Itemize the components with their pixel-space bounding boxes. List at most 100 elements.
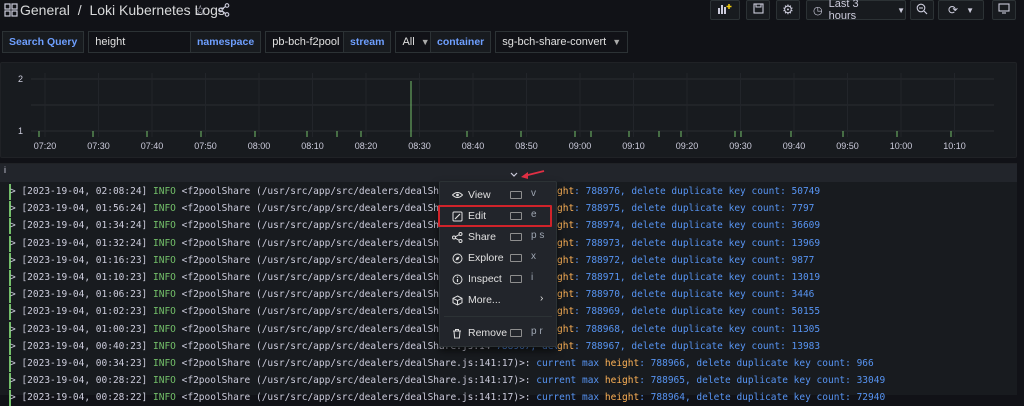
expand-chevron-icon: > bbox=[10, 306, 22, 318]
time-series-panel[interactable]: 2 1 07:20 07:30 07:40 07:50 08:00 08:10 08:20 08:… bbox=[0, 62, 1017, 158]
container-select[interactable]: sg-bch-share-convert ▼ bbox=[495, 31, 629, 53]
x-tick-label: 07:30 bbox=[87, 141, 110, 151]
log-level: INFO bbox=[153, 375, 182, 387]
y-tick-label: 2 bbox=[18, 74, 23, 84]
refresh-button[interactable]: ⟳ ▼ bbox=[938, 0, 984, 20]
log-level: INFO bbox=[153, 186, 182, 197]
save-icon bbox=[752, 3, 764, 17]
info-icon[interactable]: i bbox=[4, 165, 6, 175]
log-text: : 788972, delete duplicate key count: 98… bbox=[574, 254, 815, 266]
log-text: current max bbox=[536, 392, 605, 404]
trash-icon bbox=[450, 328, 464, 339]
log-level: INFO bbox=[153, 254, 182, 266]
log-row[interactable]: > [2023-19-04, 00:28:22] INFO <f2poolSha… bbox=[10, 390, 885, 406]
zoom-out-icon bbox=[916, 3, 928, 18]
breadcrumb-folder[interactable]: General bbox=[20, 2, 70, 18]
log-row-tail: ght: 788974, delete duplicate key count:… bbox=[557, 218, 821, 235]
log-timestamp: [2023-19-04, 00:40:23] bbox=[21, 340, 154, 352]
dashboard-settings-button[interactable]: ⚙ bbox=[776, 0, 800, 20]
menu-item-shortcut: p r bbox=[531, 326, 543, 337]
x-tick-label: 07:50 bbox=[194, 141, 217, 151]
log-highlight: height bbox=[604, 375, 640, 387]
refresh-chevron-down-icon: ▼ bbox=[966, 5, 974, 15]
keyboard-icon bbox=[510, 275, 522, 283]
log-level: INFO bbox=[153, 203, 182, 215]
log-height-value: 788965 bbox=[650, 375, 685, 387]
log-level: INFO bbox=[153, 272, 182, 283]
log-timestamp: [2023-19-04, 00:28:22] bbox=[21, 375, 154, 387]
expand-chevron-icon: > bbox=[10, 392, 22, 404]
search-query-input[interactable]: height bbox=[88, 31, 201, 53]
stream-value: All bbox=[402, 36, 415, 48]
x-tick-label: 08:10 bbox=[301, 141, 324, 151]
menu-item-share[interactable]: Share p s bbox=[440, 227, 556, 247]
share-icon[interactable] bbox=[218, 3, 230, 22]
menu-item-remove[interactable]: Remove p r bbox=[440, 323, 556, 343]
log-text: : 788969, delete duplicate key count: 50… bbox=[574, 306, 821, 318]
expand-chevron-icon: > bbox=[10, 254, 22, 266]
menu-item-label: Share bbox=[468, 231, 497, 243]
log-row-tail: ght: 788968, delete duplicate key count:… bbox=[557, 321, 821, 338]
expand-chevron-icon: > bbox=[10, 289, 22, 301]
chevron-down-icon: ▼ bbox=[420, 37, 430, 47]
log-text: : 788968, delete duplicate key count: 11… bbox=[574, 323, 821, 335]
variable-stream: stream All ▼ bbox=[343, 31, 437, 53]
log-row[interactable]: > [2023-19-04, 00:34:23] INFO <f2poolSha… bbox=[10, 356, 874, 372]
namespace-value: pb-bch-f2pool bbox=[272, 36, 340, 48]
log-level: INFO bbox=[153, 392, 182, 404]
log-row[interactable]: > [2023-19-04, 00:28:22] INFO <f2poolSha… bbox=[10, 373, 885, 389]
log-timestamp: [2023-19-04, 01:32:24] bbox=[21, 237, 154, 249]
dashboard-grid-icon[interactable] bbox=[4, 3, 20, 19]
log-level: INFO bbox=[153, 220, 182, 232]
panel-header[interactable]: i bbox=[0, 164, 1017, 182]
menu-item-more[interactable]: More... › bbox=[440, 290, 556, 310]
log-text: current max bbox=[536, 375, 605, 387]
x-tick-label: 08:00 bbox=[248, 141, 271, 151]
add-panel-button[interactable] bbox=[710, 0, 740, 20]
menu-item-inspect[interactable]: Inspect i bbox=[440, 269, 556, 289]
y-tick-label: 1 bbox=[18, 126, 23, 136]
log-level: INFO bbox=[153, 323, 182, 335]
x-tick-label: 09:00 bbox=[569, 141, 592, 151]
log-text: : 788973, delete duplicate key count: 13… bbox=[574, 237, 821, 249]
log-highlight: ght bbox=[557, 203, 575, 215]
time-range-label: Last 3 hours bbox=[828, 0, 859, 22]
variable-namespace: namespace pb-bch-f2pool▼ bbox=[190, 31, 362, 53]
log-timestamp: [2023-19-04, 01:10:23] bbox=[21, 272, 154, 283]
star-icon[interactable]: ☆ bbox=[194, 2, 207, 19]
x-tick-label: 08:50 bbox=[515, 141, 538, 151]
zoom-out-button[interactable] bbox=[910, 0, 934, 20]
keyboard-icon bbox=[510, 254, 522, 262]
log-highlight: height bbox=[604, 392, 640, 404]
log-timestamp: [2023-19-04, 01:02:23] bbox=[21, 306, 154, 318]
info-icon bbox=[450, 274, 464, 285]
menu-item-explore[interactable]: Explore x bbox=[440, 248, 556, 268]
time-picker-button[interactable]: ◷ Last 3 hours ▼ bbox=[806, 0, 906, 22]
log-text: : 788974, delete duplicate key count: 36… bbox=[574, 220, 821, 232]
menu-item-shortcut: x bbox=[531, 251, 536, 262]
log-timestamp: [2023-19-04, 01:06:23] bbox=[21, 289, 154, 301]
log-highlight: ght bbox=[557, 323, 575, 335]
menu-item-view[interactable]: View v bbox=[440, 185, 556, 205]
x-tick-label: 08:20 bbox=[355, 141, 378, 151]
log-key-count: , delete duplicate key count: 72940 bbox=[684, 392, 886, 404]
top-nav-bar: General / Loki Kubernetes Logs ☆ ⚙ ◷ Las… bbox=[0, 0, 1024, 22]
menu-item-label: More... bbox=[468, 294, 501, 306]
log-row-tail: ght: 788969, delete duplicate key count:… bbox=[557, 304, 821, 321]
expand-chevron-icon: > bbox=[10, 203, 22, 215]
chevron-down-icon: ▼ bbox=[612, 37, 622, 47]
log-text: : 788975, delete duplicate key count: 77… bbox=[574, 203, 815, 215]
log-row-tail: ght: 788975, delete duplicate key count:… bbox=[557, 201, 815, 218]
view-mode-button[interactable] bbox=[992, 0, 1016, 20]
log-highlight: ght bbox=[557, 340, 575, 352]
save-dashboard-button[interactable] bbox=[746, 0, 770, 20]
variable-search-query: Search Query height bbox=[2, 31, 201, 53]
x-tick-label: 07:20 bbox=[34, 141, 57, 151]
menu-item-shortcut: p s bbox=[531, 230, 545, 241]
log-text: : 788970, delete duplicate key count: 34… bbox=[574, 289, 815, 301]
x-tick-label: 10:10 bbox=[943, 141, 966, 151]
log-level: INFO bbox=[153, 289, 182, 301]
menu-item-shortcut: v bbox=[531, 188, 536, 199]
log-text: : 788976, delete duplicate key count: 50… bbox=[574, 186, 821, 197]
log-timestamp: [2023-19-04, 00:34:23] bbox=[21, 358, 154, 369]
